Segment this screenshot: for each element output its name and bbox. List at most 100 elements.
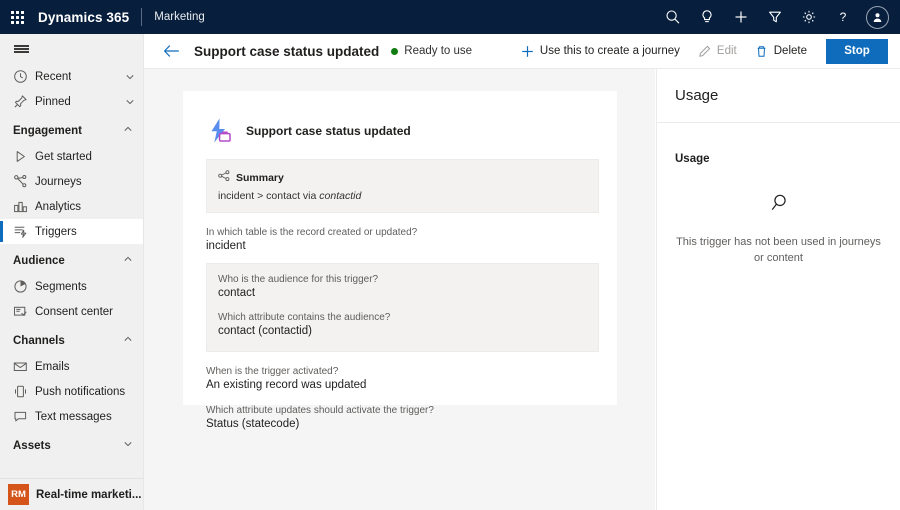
audience-attribute-question: Which attribute contains the audience? xyxy=(218,312,587,323)
magnifier-icon xyxy=(767,191,791,220)
sidebar-item-text-messages[interactable]: Text messages xyxy=(0,404,143,429)
sidebar-item-segments[interactable]: Segments xyxy=(0,274,143,299)
sidebar-item-label: Analytics xyxy=(35,201,81,213)
audience-question: Who is the audience for this trigger? xyxy=(218,274,587,285)
usage-section-label: Usage xyxy=(657,123,900,165)
plus-icon[interactable] xyxy=(724,0,758,34)
gear-icon[interactable] xyxy=(792,0,826,34)
filter-icon[interactable] xyxy=(758,0,792,34)
status-dot-icon xyxy=(391,48,398,55)
edit-button[interactable]: Edit xyxy=(689,36,746,66)
sidebar-item-label: Segments xyxy=(35,281,87,293)
summary-box: Summary incident > contact via contactid xyxy=(206,159,599,213)
sidebar-item-recent[interactable]: Recent xyxy=(0,64,143,89)
branch-icon xyxy=(218,169,230,187)
sidebar-item-label: Consent center xyxy=(35,306,113,318)
sidebar-item-label: Journeys xyxy=(35,176,82,188)
search-icon[interactable] xyxy=(656,0,690,34)
question-icon[interactable]: ? xyxy=(826,0,860,34)
command-bar: Support case status updated Ready to use… xyxy=(144,34,900,69)
page-title: Support case status updated xyxy=(194,44,379,59)
sidebar-item-triggers[interactable]: Triggers xyxy=(0,219,143,244)
sidebar-item-label: Push notifications xyxy=(35,386,125,398)
edit-label: Edit xyxy=(717,45,737,57)
sidebar-item-label: Emails xyxy=(35,361,70,373)
usage-panel-header: Usage xyxy=(657,69,900,123)
sidebar-group-assets[interactable]: Assets xyxy=(0,432,143,459)
card-title: Support case status updated xyxy=(246,124,411,138)
sidebar-item-journeys[interactable]: Journeys xyxy=(0,169,143,194)
activation-question: When is the trigger activated? xyxy=(206,366,617,377)
summary-label: Summary xyxy=(236,172,284,184)
activation-field: When is the trigger activated? An existi… xyxy=(206,366,617,391)
summary-header: Summary xyxy=(218,169,587,187)
app-name-label: Marketing xyxy=(154,11,205,23)
audience-attribute-answer: contact (contactid) xyxy=(218,325,587,337)
area-switcher[interactable]: RM Real-time marketi... xyxy=(0,478,144,510)
sidebar-item-emails[interactable]: Emails xyxy=(0,354,143,379)
svg-text:?: ? xyxy=(840,10,847,24)
card-header: Support case status updated xyxy=(183,91,617,145)
chevron-up-icon xyxy=(123,334,133,347)
update-attribute-field: Which attribute updates should activate … xyxy=(206,405,617,430)
sidebar-group-engagement[interactable]: Engagement xyxy=(0,117,143,144)
sidebar-item-pinned[interactable]: Pinned xyxy=(0,89,143,114)
table-question: In which table is the record created or … xyxy=(206,227,617,238)
area-badge: RM xyxy=(8,484,29,505)
status-badge: Ready to use xyxy=(391,45,472,57)
sidebar-group-label: Assets xyxy=(13,440,51,452)
usage-empty-text: This trigger has not been used in journe… xyxy=(675,234,882,266)
clock-icon xyxy=(13,69,31,85)
app-launcher-icon[interactable] xyxy=(0,0,34,34)
sidebar-item-label: Pinned xyxy=(35,96,71,108)
summary-path: incident > contact via contactid xyxy=(218,190,587,202)
trigger-bolt-briefcase-icon xyxy=(206,117,234,145)
sidebar-group-audience[interactable]: Audience xyxy=(0,247,143,274)
sidebar-item-label: Triggers xyxy=(35,226,77,238)
update-attribute-question: Which attribute updates should activate … xyxy=(206,405,617,416)
pencil-icon xyxy=(698,45,711,58)
delete-button[interactable]: Delete xyxy=(746,36,816,66)
create-journey-label: Use this to create a journey xyxy=(540,45,680,57)
plus-icon xyxy=(521,45,534,58)
main-canvas: Support case status updated Summary inci… xyxy=(144,69,655,510)
table-field: In which table is the record created or … xyxy=(206,227,617,252)
area-label: Real-time marketi... xyxy=(36,489,141,501)
sidebar-item-get-started[interactable]: Get started xyxy=(0,144,143,169)
chevron-down-icon xyxy=(125,72,135,82)
stop-button[interactable]: Stop xyxy=(826,39,888,64)
chevron-up-icon xyxy=(123,124,133,137)
top-nav-actions: ? xyxy=(656,0,900,34)
update-attribute-answer: Status (statecode) xyxy=(206,418,617,430)
sidebar-item-analytics[interactable]: Analytics xyxy=(0,194,143,219)
table-answer: incident xyxy=(206,240,617,252)
top-navigation-bar: Dynamics 365 Marketing ? xyxy=(0,0,900,34)
sidebar-item-label: Recent xyxy=(35,71,71,83)
mail-icon xyxy=(13,359,31,375)
command-bar-actions: Use this to create a journey Edit Delete… xyxy=(512,36,900,66)
sidebar-item-consent-center[interactable]: Consent center xyxy=(0,299,143,324)
hamburger-menu-icon[interactable] xyxy=(0,34,143,64)
chevron-up-icon xyxy=(123,254,133,267)
summary-path-attribute: contactid xyxy=(319,190,361,202)
mobile-icon xyxy=(13,384,31,400)
chat-icon xyxy=(13,409,31,425)
sidebar-item-push-notifications[interactable]: Push notifications xyxy=(0,379,143,404)
back-arrow-icon[interactable] xyxy=(154,34,188,68)
play-icon xyxy=(13,149,31,165)
chevron-down-icon xyxy=(123,439,133,452)
trigger-detail-card: Support case status updated Summary inci… xyxy=(183,91,617,405)
audience-attribute-field: Which attribute contains the audience? c… xyxy=(218,312,587,337)
brand-title: Dynamics 365 xyxy=(38,10,129,25)
usage-empty-state: This trigger has not been used in journe… xyxy=(657,191,900,266)
audience-answer: contact xyxy=(218,287,587,299)
summary-path-prefix: incident > contact via xyxy=(218,190,319,202)
pin-icon xyxy=(13,94,31,110)
activation-answer: An existing record was updated xyxy=(206,379,617,391)
sidebar-navigation: Recent Pinned Engagement Get started Jou… xyxy=(0,34,144,510)
sidebar-group-channels[interactable]: Channels xyxy=(0,327,143,354)
lightbulb-icon[interactable] xyxy=(690,0,724,34)
avatar[interactable] xyxy=(860,0,894,34)
nav-divider xyxy=(141,8,142,26)
create-journey-button[interactable]: Use this to create a journey xyxy=(512,36,689,66)
